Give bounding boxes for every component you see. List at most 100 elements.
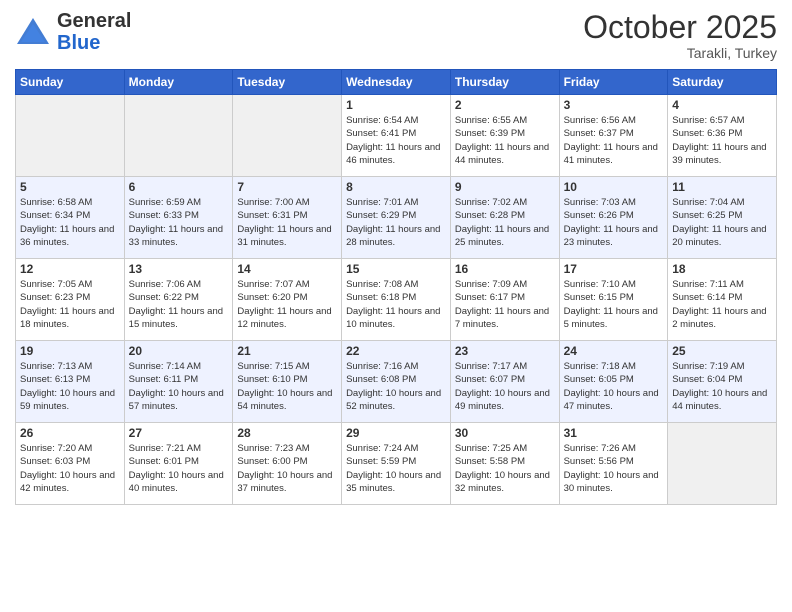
day-number: 18 (672, 262, 772, 276)
weekday-header: Tuesday (233, 70, 342, 95)
day-info: Sunrise: 7:09 AMSunset: 6:17 PMDaylight:… (455, 278, 555, 331)
day-info: Sunrise: 7:05 AMSunset: 6:23 PMDaylight:… (20, 278, 120, 331)
day-info: Sunrise: 6:55 AMSunset: 6:39 PMDaylight:… (455, 114, 555, 167)
calendar-week-row: 12 Sunrise: 7:05 AMSunset: 6:23 PMDayligh… (16, 259, 777, 341)
logo: General Blue (15, 10, 131, 54)
day-info: Sunrise: 7:14 AMSunset: 6:11 PMDaylight:… (129, 360, 229, 413)
day-info: Sunrise: 7:01 AMSunset: 6:29 PMDaylight:… (346, 196, 446, 249)
calendar-day-cell: 15 Sunrise: 7:08 AMSunset: 6:18 PMDayligh… (342, 259, 451, 341)
weekday-header: Friday (559, 70, 668, 95)
calendar-day-cell: 13 Sunrise: 7:06 AMSunset: 6:22 PMDayligh… (124, 259, 233, 341)
calendar: SundayMondayTuesdayWednesdayThursdayFrid… (15, 69, 777, 505)
calendar-week-row: 26Sunrise: 7:20 AMSunset: 6:03 PMDayligh… (16, 423, 777, 505)
day-info: Sunrise: 6:58 AMSunset: 6:34 PMDaylight:… (20, 196, 120, 249)
day-info: Sunrise: 6:57 AMSunset: 6:36 PMDaylight:… (672, 114, 772, 167)
day-info: Sunrise: 7:13 AMSunset: 6:13 PMDaylight:… (20, 360, 120, 413)
day-number: 20 (129, 344, 229, 358)
calendar-day-cell: 17 Sunrise: 7:10 AMSunset: 6:15 PMDayligh… (559, 259, 668, 341)
calendar-day-cell: 27 Sunrise: 7:21 AMSunset: 6:01 PMDayligh… (124, 423, 233, 505)
day-info: Sunrise: 7:26 AMSunset: 5:56 PMDaylight:… (564, 442, 664, 495)
calendar-day-cell: 28Sunrise: 7:23 AMSunset: 6:00 PMDayligh… (233, 423, 342, 505)
calendar-day-cell: 23Sunrise: 7:17 AMSunset: 6:07 PMDayligh… (450, 341, 559, 423)
calendar-day-cell: 20 Sunrise: 7:14 AMSunset: 6:11 PMDayligh… (124, 341, 233, 423)
calendar-day-cell: 25Sunrise: 7:19 AMSunset: 6:04 PMDayligh… (668, 341, 777, 423)
day-number: 24 (564, 344, 664, 358)
day-info: Sunrise: 7:04 AMSunset: 6:25 PMDaylight:… (672, 196, 772, 249)
calendar-day-cell: 22 Sunrise: 7:16 AMSunset: 6:08 PMDayligh… (342, 341, 451, 423)
day-number: 2 (455, 98, 555, 112)
calendar-empty-cell (233, 95, 342, 177)
calendar-day-cell: 6 Sunrise: 6:59 AMSunset: 6:33 PMDaylight… (124, 177, 233, 259)
calendar-empty-cell (124, 95, 233, 177)
logo-icon (15, 16, 51, 48)
day-number: 4 (672, 98, 772, 112)
day-number: 3 (564, 98, 664, 112)
calendar-day-cell: 11 Sunrise: 7:04 AMSunset: 6:25 PMDayligh… (668, 177, 777, 259)
weekday-header: Saturday (668, 70, 777, 95)
calendar-empty-cell (16, 95, 125, 177)
day-info: Sunrise: 7:16 AMSunset: 6:08 PMDaylight:… (346, 360, 446, 413)
calendar-empty-cell (668, 423, 777, 505)
calendar-day-cell: 21Sunrise: 7:15 AMSunset: 6:10 PMDayligh… (233, 341, 342, 423)
day-number: 16 (455, 262, 555, 276)
calendar-day-cell: 18 Sunrise: 7:11 AMSunset: 6:14 PMDayligh… (668, 259, 777, 341)
calendar-day-cell: 1 Sunrise: 6:54 AMSunset: 6:41 PMDaylight… (342, 95, 451, 177)
calendar-week-row: 1 Sunrise: 6:54 AMSunset: 6:41 PMDaylight… (16, 95, 777, 177)
day-number: 23 (455, 344, 555, 358)
day-info: Sunrise: 7:11 AMSunset: 6:14 PMDaylight:… (672, 278, 772, 331)
day-info: Sunrise: 7:03 AMSunset: 6:26 PMDaylight:… (564, 196, 664, 249)
day-number: 14 (237, 262, 337, 276)
calendar-day-cell: 2 Sunrise: 6:55 AMSunset: 6:39 PMDaylight… (450, 95, 559, 177)
calendar-day-cell: 19Sunrise: 7:13 AMSunset: 6:13 PMDayligh… (16, 341, 125, 423)
day-info: Sunrise: 6:54 AMSunset: 6:41 PMDaylight:… (346, 114, 446, 167)
calendar-day-cell: 12 Sunrise: 7:05 AMSunset: 6:23 PMDayligh… (16, 259, 125, 341)
day-info: Sunrise: 7:06 AMSunset: 6:22 PMDaylight:… (129, 278, 229, 331)
day-number: 30 (455, 426, 555, 440)
calendar-week-row: 19Sunrise: 7:13 AMSunset: 6:13 PMDayligh… (16, 341, 777, 423)
calendar-day-cell: 29 Sunrise: 7:24 AMSunset: 5:59 PMDayligh… (342, 423, 451, 505)
day-number: 9 (455, 180, 555, 194)
day-number: 7 (237, 180, 337, 194)
logo-blue: Blue (57, 32, 100, 54)
day-info: Sunrise: 7:08 AMSunset: 6:18 PMDaylight:… (346, 278, 446, 331)
day-number: 12 (20, 262, 120, 276)
header: General Blue October 2025 Tarakli, Turke… (15, 10, 777, 61)
day-number: 6 (129, 180, 229, 194)
day-number: 26 (20, 426, 120, 440)
day-number: 27 (129, 426, 229, 440)
day-number: 29 (346, 426, 446, 440)
day-info: Sunrise: 7:18 AMSunset: 6:05 PMDaylight:… (564, 360, 664, 413)
day-number: 17 (564, 262, 664, 276)
weekday-header: Monday (124, 70, 233, 95)
calendar-day-cell: 9 Sunrise: 7:02 AMSunset: 6:28 PMDaylight… (450, 177, 559, 259)
day-number: 8 (346, 180, 446, 194)
day-number: 1 (346, 98, 446, 112)
day-info: Sunrise: 7:00 AMSunset: 6:31 PMDaylight:… (237, 196, 337, 249)
day-number: 11 (672, 180, 772, 194)
weekday-header: Thursday (450, 70, 559, 95)
day-number: 15 (346, 262, 446, 276)
calendar-day-cell: 10Sunrise: 7:03 AMSunset: 6:26 PMDayligh… (559, 177, 668, 259)
day-number: 22 (346, 344, 446, 358)
calendar-day-cell: 14 Sunrise: 7:07 AMSunset: 6:20 PMDayligh… (233, 259, 342, 341)
day-number: 13 (129, 262, 229, 276)
calendar-day-cell: 31Sunrise: 7:26 AMSunset: 5:56 PMDayligh… (559, 423, 668, 505)
calendar-day-cell: 5Sunrise: 6:58 AMSunset: 6:34 PMDaylight… (16, 177, 125, 259)
day-number: 21 (237, 344, 337, 358)
calendar-day-cell: 16 Sunrise: 7:09 AMSunset: 6:17 PMDayligh… (450, 259, 559, 341)
location: Tarakli, Turkey (583, 45, 777, 61)
day-info: Sunrise: 7:24 AMSunset: 5:59 PMDaylight:… (346, 442, 446, 495)
day-info: Sunrise: 7:19 AMSunset: 6:04 PMDaylight:… (672, 360, 772, 413)
day-info: Sunrise: 6:59 AMSunset: 6:33 PMDaylight:… (129, 196, 229, 249)
logo-general: General (57, 10, 131, 32)
weekday-header: Wednesday (342, 70, 451, 95)
day-info: Sunrise: 7:21 AMSunset: 6:01 PMDaylight:… (129, 442, 229, 495)
calendar-day-cell: 26Sunrise: 7:20 AMSunset: 6:03 PMDayligh… (16, 423, 125, 505)
day-info: Sunrise: 7:02 AMSunset: 6:28 PMDaylight:… (455, 196, 555, 249)
calendar-week-row: 5Sunrise: 6:58 AMSunset: 6:34 PMDaylight… (16, 177, 777, 259)
day-info: Sunrise: 7:07 AMSunset: 6:20 PMDaylight:… (237, 278, 337, 331)
calendar-day-cell: 3Sunrise: 6:56 AMSunset: 6:37 PMDaylight… (559, 95, 668, 177)
day-info: Sunrise: 7:25 AMSunset: 5:58 PMDaylight:… (455, 442, 555, 495)
calendar-day-cell: 30 Sunrise: 7:25 AMSunset: 5:58 PMDayligh… (450, 423, 559, 505)
day-info: Sunrise: 7:10 AMSunset: 6:15 PMDaylight:… (564, 278, 664, 331)
